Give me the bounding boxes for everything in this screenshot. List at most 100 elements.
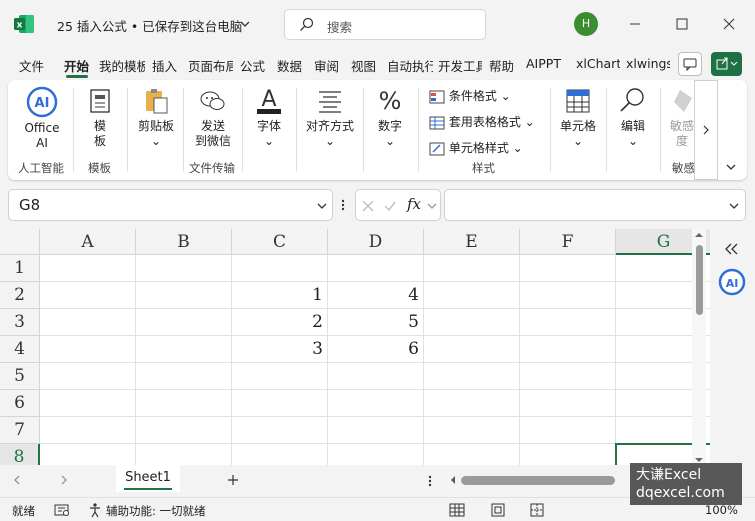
tab-data[interactable]: 数据 bbox=[277, 56, 307, 76]
cell-c1[interactable] bbox=[232, 255, 328, 282]
tab-file[interactable]: 文件 bbox=[19, 56, 49, 76]
tab-view[interactable]: 视图 bbox=[351, 56, 381, 76]
chevron-left-icon[interactable] bbox=[12, 474, 22, 486]
cell-a1[interactable] bbox=[40, 255, 136, 282]
cell-c3[interactable]: 2 bbox=[232, 309, 328, 336]
cell-a4[interactable] bbox=[40, 336, 136, 363]
tab-home[interactable]: 开始 bbox=[64, 56, 94, 76]
conditional-format-button[interactable]: 条件格式 ⌄ bbox=[429, 87, 511, 104]
insert-function-button[interactable]: fx bbox=[407, 195, 421, 213]
cell-e8[interactable] bbox=[424, 444, 520, 465]
maximize-icon[interactable] bbox=[670, 12, 694, 36]
cell-a3[interactable] bbox=[40, 309, 136, 336]
template-button[interactable]: 模 板 bbox=[83, 86, 117, 149]
tab-insert[interactable]: 插入 bbox=[152, 56, 182, 76]
alignment-button[interactable]: 对齐方式 ⌄ bbox=[302, 86, 358, 149]
column-header-e[interactable]: E bbox=[424, 229, 520, 255]
format-as-table-button[interactable]: 套用表格格式 ⌄ bbox=[429, 113, 535, 130]
cell-styles-button[interactable]: 单元格样式 ⌄ bbox=[429, 139, 523, 156]
cell-a7[interactable] bbox=[40, 417, 136, 444]
cell-f6[interactable] bbox=[520, 390, 616, 417]
ai-icon[interactable]: AI bbox=[718, 268, 746, 296]
confirm-icon[interactable] bbox=[383, 199, 397, 213]
cell-c4[interactable]: 3 bbox=[232, 336, 328, 363]
chevron-down-icon[interactable] bbox=[239, 18, 251, 30]
more-dots-icon[interactable] bbox=[340, 198, 346, 212]
cell-a2[interactable] bbox=[40, 282, 136, 309]
row-header-8[interactable]: 8 bbox=[0, 444, 40, 465]
chevron-right-icon[interactable] bbox=[59, 474, 69, 486]
cell-f4[interactable] bbox=[520, 336, 616, 363]
comments-button[interactable] bbox=[678, 52, 702, 76]
cancel-icon[interactable] bbox=[361, 199, 375, 213]
cell-c2[interactable]: 1 bbox=[232, 282, 328, 309]
tab-formulas[interactable]: 公式 bbox=[240, 56, 270, 76]
cell-a5[interactable] bbox=[40, 363, 136, 390]
cell-e3[interactable] bbox=[424, 309, 520, 336]
search-box[interactable]: 搜索 bbox=[284, 9, 486, 40]
cell-f2[interactable] bbox=[520, 282, 616, 309]
row-header-6[interactable]: 6 bbox=[0, 390, 40, 417]
cell-d8[interactable] bbox=[328, 444, 424, 465]
font-button[interactable]: A 字体 ⌄ bbox=[250, 86, 288, 149]
cell-b4[interactable] bbox=[136, 336, 232, 363]
cell-b5[interactable] bbox=[136, 363, 232, 390]
sensitivity-button[interactable]: 敏感 度 bbox=[670, 86, 694, 149]
avatar[interactable]: H bbox=[574, 12, 598, 36]
cell-b8[interactable] bbox=[136, 444, 232, 465]
cell-e7[interactable] bbox=[424, 417, 520, 444]
accessibility-status[interactable]: 辅助功能: 一切就绪 bbox=[106, 503, 206, 519]
worksheet-grid[interactable]: ABCDEFG12143254365678 bbox=[0, 229, 710, 465]
cell-b3[interactable] bbox=[136, 309, 232, 336]
more-dots-icon[interactable] bbox=[427, 474, 433, 488]
minimize-icon[interactable] bbox=[623, 12, 647, 36]
row-header-4[interactable]: 4 bbox=[0, 336, 40, 363]
cell-f7[interactable] bbox=[520, 417, 616, 444]
tab-xlchart[interactable]: xlChart bbox=[576, 56, 620, 76]
cell-e6[interactable] bbox=[424, 390, 520, 417]
cell-e5[interactable] bbox=[424, 363, 520, 390]
share-button[interactable] bbox=[711, 52, 742, 76]
horizontal-scroll-thumb[interactable] bbox=[461, 476, 615, 485]
cell-b2[interactable] bbox=[136, 282, 232, 309]
cell-b6[interactable] bbox=[136, 390, 232, 417]
column-header-a[interactable]: A bbox=[40, 229, 136, 255]
chevron-down-icon[interactable] bbox=[426, 200, 438, 212]
tab-page-layout[interactable]: 页面布局 bbox=[188, 56, 233, 76]
tab-xlwings[interactable]: xlwings bbox=[626, 56, 670, 76]
close-icon[interactable] bbox=[717, 12, 741, 36]
normal-view-icon[interactable] bbox=[449, 502, 465, 518]
collapse-panel-icon[interactable] bbox=[722, 241, 742, 257]
cell-a6[interactable] bbox=[40, 390, 136, 417]
cell-d4[interactable]: 6 bbox=[328, 336, 424, 363]
tab-my-templates[interactable]: 我的模板 bbox=[99, 56, 145, 76]
send-wechat-button[interactable]: 发送 到微信 bbox=[190, 86, 236, 149]
scroll-left-icon[interactable] bbox=[449, 475, 457, 485]
tab-automate[interactable]: 自动执行 bbox=[387, 56, 433, 76]
macro-record-icon[interactable] bbox=[54, 503, 70, 517]
cell-c6[interactable] bbox=[232, 390, 328, 417]
cell-d2[interactable]: 4 bbox=[328, 282, 424, 309]
row-header-7[interactable]: 7 bbox=[0, 417, 40, 444]
cell-f3[interactable] bbox=[520, 309, 616, 336]
row-header-2[interactable]: 2 bbox=[0, 282, 40, 309]
add-sheet-icon[interactable] bbox=[226, 473, 240, 487]
cell-d5[interactable] bbox=[328, 363, 424, 390]
cell-c7[interactable] bbox=[232, 417, 328, 444]
collapse-ribbon-icon[interactable] bbox=[724, 160, 738, 174]
edit-button[interactable]: 编辑 ⌄ bbox=[613, 86, 653, 149]
column-header-d[interactable]: D bbox=[328, 229, 424, 255]
cell-d1[interactable] bbox=[328, 255, 424, 282]
cell-d7[interactable] bbox=[328, 417, 424, 444]
tab-help[interactable]: 帮助 bbox=[489, 56, 519, 76]
select-all-corner[interactable] bbox=[0, 229, 40, 255]
tab-aippt[interactable]: AIPPT bbox=[526, 56, 568, 76]
row-header-5[interactable]: 5 bbox=[0, 363, 40, 390]
column-header-c[interactable]: C bbox=[232, 229, 328, 255]
cell-a8[interactable] bbox=[40, 444, 136, 465]
tab-developer[interactable]: 开发工具 bbox=[438, 56, 482, 76]
clipboard-button[interactable]: 剪贴板 ⌄ bbox=[134, 86, 178, 149]
office-ai-button[interactable]: AI Office AI bbox=[17, 86, 67, 151]
cell-d6[interactable] bbox=[328, 390, 424, 417]
tab-review[interactable]: 审阅 bbox=[314, 56, 344, 76]
